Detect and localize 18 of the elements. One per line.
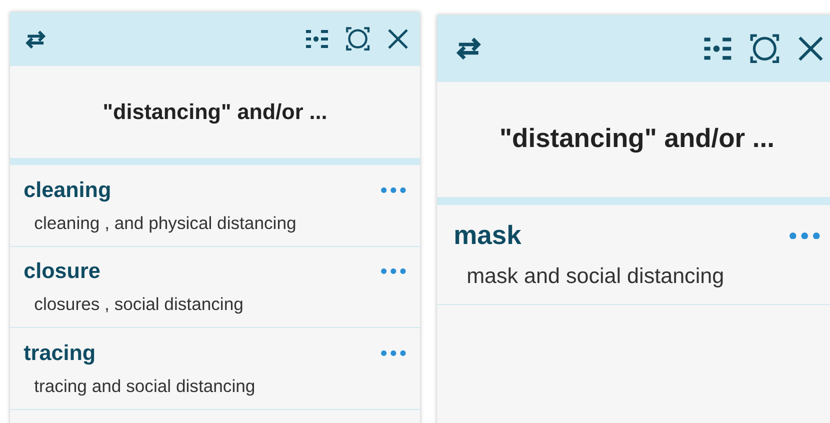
more-icon[interactable] <box>379 350 408 356</box>
focus-icon[interactable] <box>344 26 370 52</box>
focus-icon[interactable] <box>748 32 780 64</box>
term-description: cleaning , and physical distancing <box>34 212 296 233</box>
more-icon[interactable] <box>379 186 408 194</box>
more-icon[interactable] <box>787 232 822 240</box>
panel-title: "distancing" and/or ... <box>500 122 774 156</box>
term-title: mask <box>454 218 522 252</box>
term-description: tracing and social distancing <box>34 376 256 396</box>
panel-title: "distancing" and/or ... <box>102 98 328 126</box>
close-icon[interactable] <box>386 27 410 52</box>
term-description: closures , social distancing <box>34 294 244 314</box>
term-title: cleaning <box>24 176 112 204</box>
term-title: tracing <box>24 339 96 368</box>
more-icon[interactable] <box>379 268 408 275</box>
term-description: mask and social distancing <box>466 262 724 288</box>
term-title: closure <box>24 257 100 286</box>
close-icon[interactable] <box>796 34 826 63</box>
